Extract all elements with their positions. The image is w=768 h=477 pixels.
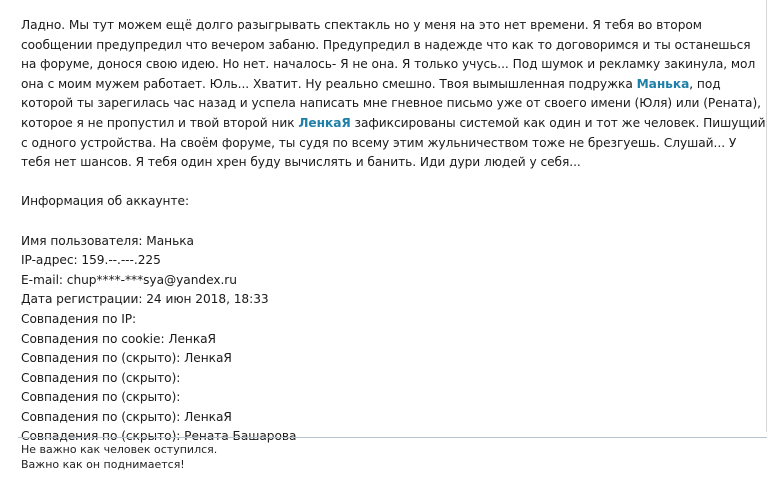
forum-post: Ладно. Мы тут можем ещё долго разыгрыват… — [0, 0, 767, 443]
info-hidden-matches: Совпадения по (скрыто): — [21, 390, 181, 405]
info-hidden-matches: Совпадения по (скрыто): ЛенкаЯ — [21, 409, 232, 424]
info-ip-address: IP-адрес: 159.--.---.225 — [21, 253, 161, 268]
user-link-manka[interactable]: Манька — [637, 77, 690, 91]
info-username: Имя пользователя: Манька — [21, 233, 194, 248]
post-paragraph: Ладно. Мы тут можем ещё долго разыгрыват… — [21, 16, 766, 173]
post-message: Ладно. Мы тут можем ещё долго разыгрыват… — [21, 16, 766, 173]
user-signature: Не важно как человек оступился. Важно ка… — [21, 442, 217, 472]
info-ip-matches: Совпадения по IP: — [21, 311, 137, 326]
info-cookie-matches: Совпадения по cookie: ЛенкаЯ — [21, 331, 216, 346]
user-link-lenkaya[interactable]: ЛенкаЯ — [298, 116, 350, 130]
info-email: E-mail: chup****-***sya@yandex.ru — [21, 272, 237, 287]
info-registration-date: Дата регистрации: 24 июн 2018, 18:33 — [21, 292, 269, 307]
post-body: Ладно. Мы тут можем ещё долго разыгрыват… — [21, 16, 766, 447]
account-info-heading: Информация об аккаунте: — [21, 194, 190, 209]
signature-line: Не важно как человек оступился. — [21, 443, 218, 456]
signature-line: Важно как он поднимается! — [21, 458, 185, 471]
account-info-block: Информация об аккаунте: Имя пользователя… — [21, 192, 766, 447]
info-hidden-matches: Совпадения по (скрыто): — [21, 370, 181, 385]
info-hidden-matches: Совпадения по (скрыто): ЛенкаЯ — [21, 351, 232, 366]
signature-divider — [18, 437, 767, 438]
